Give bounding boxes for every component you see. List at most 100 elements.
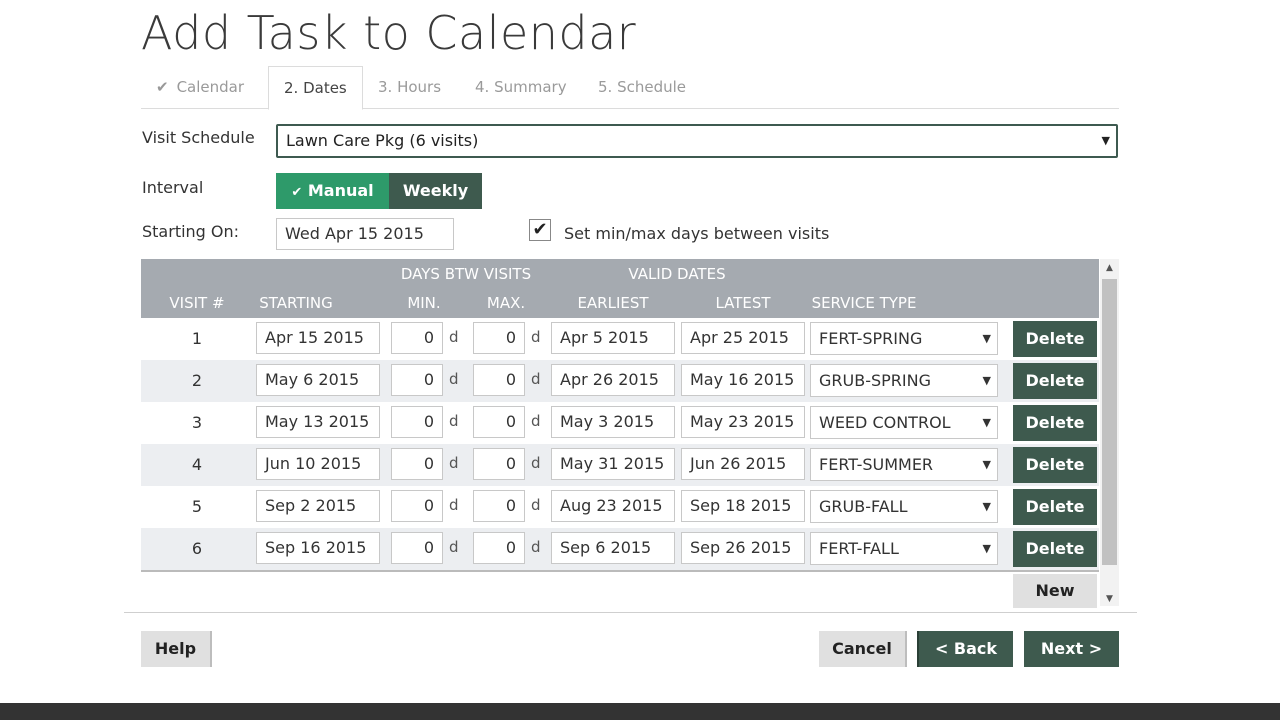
interval-manual-label: Manual [307,181,374,200]
help-button[interactable]: Help [141,631,212,667]
header-min: MIN. [407,294,441,312]
starting-date-input[interactable]: May 13 2015 [256,406,380,438]
min-days-input[interactable]: 0 [391,448,443,480]
service-type-value: FERT-FALL [819,539,899,558]
min-days-input[interactable]: 0 [391,490,443,522]
checkmark-icon: ✔ [291,185,303,200]
earliest-date-input[interactable]: Apr 26 2015 [551,364,675,396]
new-visit-button[interactable]: New [1013,574,1097,608]
back-button[interactable]: < Back [917,631,1013,667]
latest-date-input[interactable]: Sep 18 2015 [681,490,805,522]
page-footer-bar [0,703,1280,720]
visit-number: 1 [191,329,203,348]
max-days-unit: d [531,496,541,514]
visit-schedule-label: Visit Schedule [142,128,255,147]
delete-visit-button[interactable]: Delete [1013,405,1097,441]
starting-date-input[interactable]: Apr 15 2015 [256,322,380,354]
min-days-unit: d [449,412,459,430]
tab-hours[interactable]: 3. Hours [363,66,456,109]
visits-grid: DAYS BTW VISITS VALID DATES VISIT # STAR… [141,259,1099,571]
header-starting: STARTING [259,294,333,312]
min-days-input[interactable]: 0 [391,406,443,438]
dropdown-arrow-icon: ▼ [982,458,991,471]
starting-on-input[interactable]: Wed Apr 15 2015 [276,218,454,250]
visit-number: 2 [191,371,203,390]
tab-summary[interactable]: 4. Summary [460,66,582,109]
min-days-input[interactable]: 0 [391,322,443,354]
cancel-button[interactable]: Cancel [819,631,907,667]
max-days-unit: d [531,328,541,346]
table-row: 6 Sep 16 2015 0 d 0 d Sep 6 2015 Sep 26 2015 FER… [141,528,1099,570]
max-days-input[interactable]: 0 [473,448,525,480]
delete-visit-button[interactable]: Delete [1013,489,1097,525]
earliest-date-input[interactable]: May 31 2015 [551,448,675,480]
starting-date-input[interactable]: Sep 16 2015 [256,532,380,564]
checkmark-icon: ✔ [156,78,169,96]
starting-date-input[interactable]: May 6 2015 [256,364,380,396]
interval-manual-button[interactable]: ✔ Manual [276,173,389,209]
starting-date-input[interactable]: Sep 2 2015 [256,490,380,522]
delete-visit-button[interactable]: Delete [1013,447,1097,483]
max-days-input[interactable]: 0 [473,490,525,522]
minmax-checkbox[interactable]: ✔ [529,219,551,241]
latest-date-input[interactable]: May 16 2015 [681,364,805,396]
visit-number: 6 [191,539,203,558]
scrollbar-thumb[interactable] [1102,279,1117,565]
visit-number: 4 [191,455,203,474]
checkmark-icon: ✔ [532,219,548,240]
service-type-select[interactable]: GRUB-FALL ▼ [810,490,998,523]
max-days-input[interactable]: 0 [473,532,525,564]
interval-label: Interval [142,178,204,197]
max-days-input[interactable]: 0 [473,322,525,354]
delete-visit-button[interactable]: Delete [1013,531,1097,567]
service-type-select[interactable]: WEED CONTROL ▼ [810,406,998,439]
scroll-down-arrow-icon[interactable]: ▼ [1100,594,1119,604]
dropdown-arrow-icon: ▼ [1101,134,1110,147]
service-type-select[interactable]: FERT-SUMMER ▼ [810,448,998,481]
earliest-date-input[interactable]: Sep 6 2015 [551,532,675,564]
min-days-unit: d [449,538,459,556]
max-days-input[interactable]: 0 [473,406,525,438]
service-type-select[interactable]: FERT-SPRING ▼ [810,322,998,355]
interval-weekly-label: Weekly [402,181,469,200]
grid-header: DAYS BTW VISITS VALID DATES VISIT # STAR… [141,259,1099,318]
latest-date-input[interactable]: Jun 26 2015 [681,448,805,480]
starting-date-input[interactable]: Jun 10 2015 [256,448,380,480]
page-title: Add Task to Calendar [141,6,637,60]
visit-schedule-select[interactable]: Lawn Care Pkg (6 visits) ▼ [276,124,1118,158]
visit-number: 3 [191,413,203,432]
next-button[interactable]: Next > [1024,631,1119,667]
min-days-unit: d [449,328,459,346]
earliest-date-input[interactable]: May 3 2015 [551,406,675,438]
interval-weekly-button[interactable]: Weekly [389,173,482,209]
max-days-input[interactable]: 0 [473,364,525,396]
table-row: 5 Sep 2 2015 0 d 0 d Aug 23 2015 Sep 18 2015 GRU… [141,486,1099,528]
delete-visit-button[interactable]: Delete [1013,363,1097,399]
starting-on-label: Starting On: [142,222,240,241]
service-type-select[interactable]: GRUB-SPRING ▼ [810,364,998,397]
max-days-unit: d [531,454,541,472]
service-type-select[interactable]: FERT-FALL ▼ [810,532,998,565]
tab-label: 2. Dates [284,79,347,97]
max-days-unit: d [531,412,541,430]
grid-scrollbar[interactable]: ▲ ▼ [1100,259,1119,606]
min-days-unit: d [449,496,459,514]
min-days-unit: d [449,370,459,388]
tab-calendar[interactable]: ✔ Calendar [141,66,259,109]
header-latest: LATEST [715,294,771,312]
earliest-date-input[interactable]: Aug 23 2015 [551,490,675,522]
minmax-checkbox-label: Set min/max days between visits [564,224,830,243]
delete-visit-button[interactable]: Delete [1013,321,1097,357]
earliest-date-input[interactable]: Apr 5 2015 [551,322,675,354]
min-days-input[interactable]: 0 [391,532,443,564]
table-row: 4 Jun 10 2015 0 d 0 d May 31 2015 Jun 26 2015 FE… [141,444,1099,486]
latest-date-input[interactable]: May 23 2015 [681,406,805,438]
header-visit-number: VISIT # [169,294,225,312]
tab-dates[interactable]: 2. Dates [268,66,363,110]
tab-label: Calendar [176,78,245,96]
tab-schedule[interactable]: 5. Schedule [583,66,701,109]
scroll-up-arrow-icon[interactable]: ▲ [1100,263,1119,273]
latest-date-input[interactable]: Apr 25 2015 [681,322,805,354]
min-days-input[interactable]: 0 [391,364,443,396]
latest-date-input[interactable]: Sep 26 2015 [681,532,805,564]
